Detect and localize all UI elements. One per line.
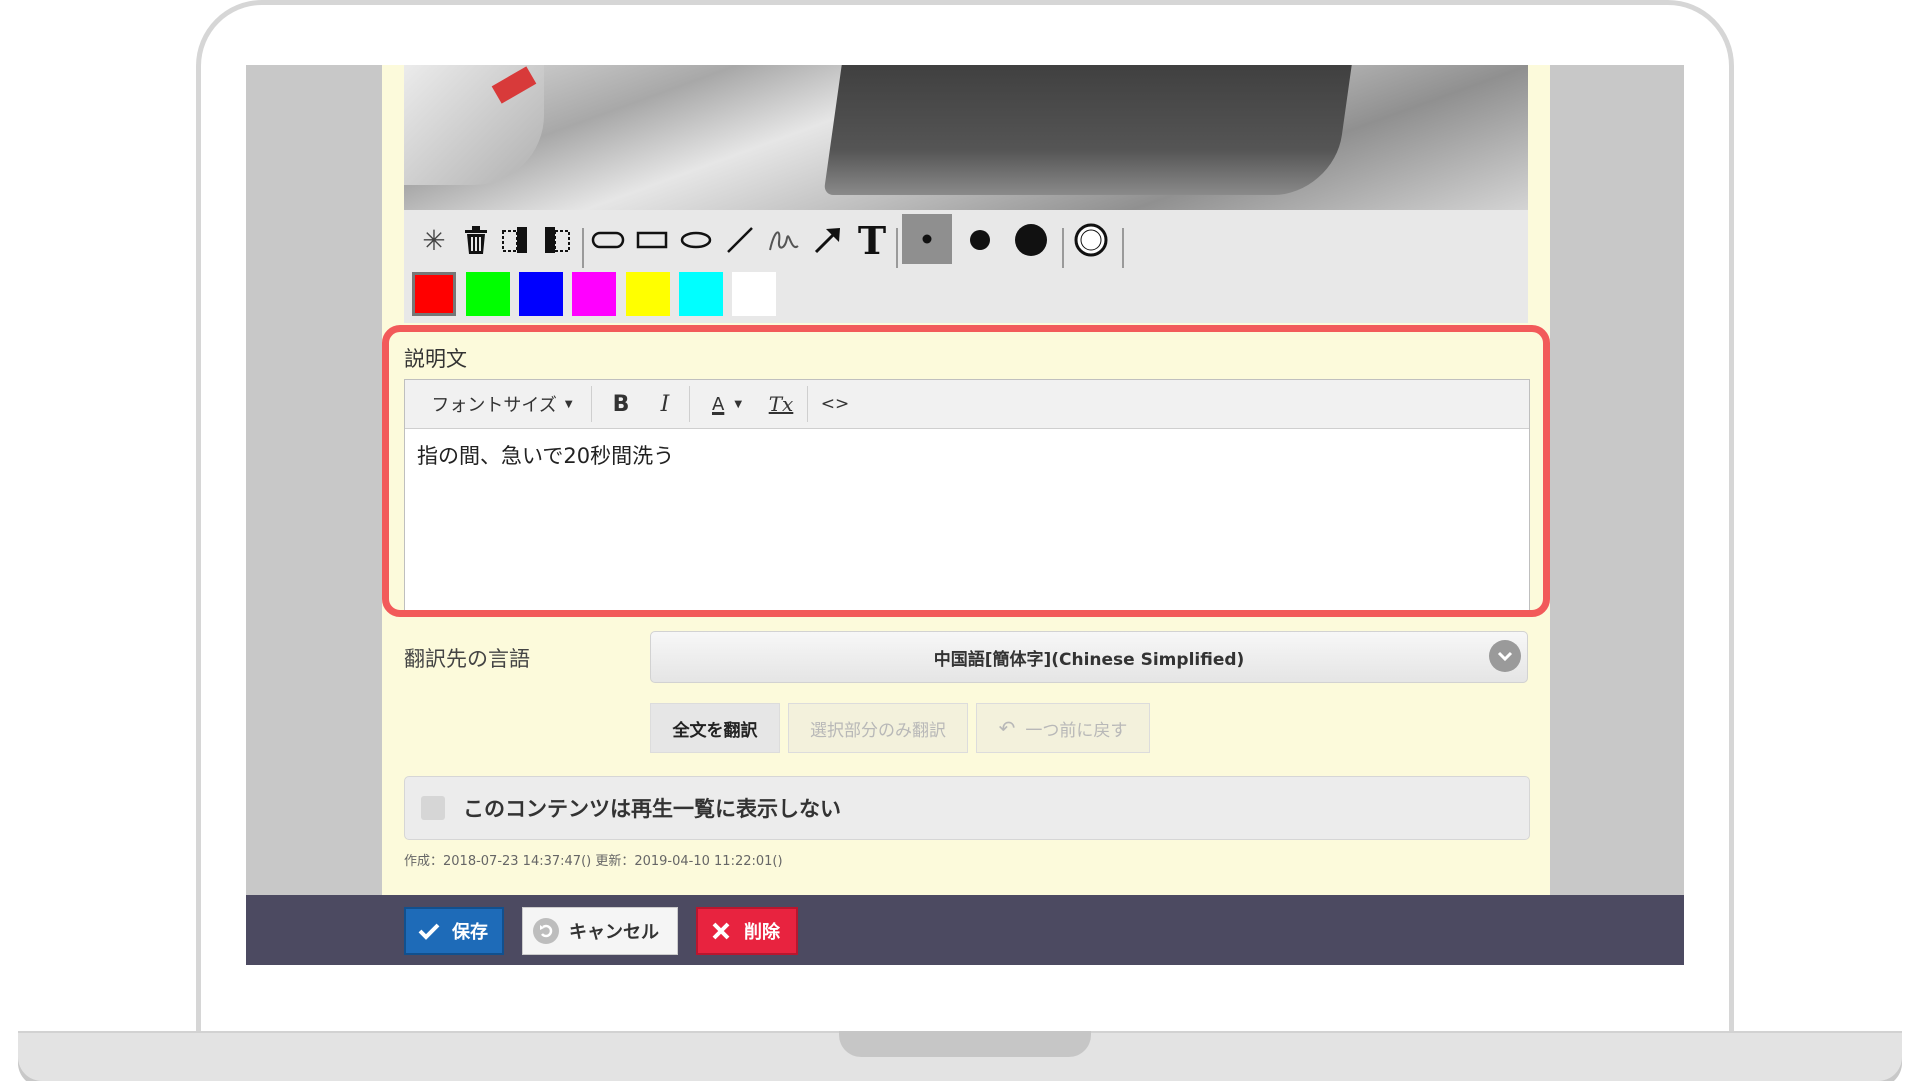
photo-sink-slot: [823, 65, 1355, 195]
color-swatch-blue[interactable]: [519, 272, 563, 316]
translate-all-button[interactable]: 全文を翻訳: [650, 703, 780, 753]
description-text[interactable]: 指の間、急いで20秒間洗う: [417, 440, 674, 470]
rounded-rect-icon[interactable]: [588, 220, 628, 260]
editor-toolbar: フォントサイズ ▼ B I A ▼ Tx <>: [405, 380, 1529, 429]
delete-button[interactable]: 削除: [696, 907, 798, 955]
undo-button[interactable]: ↶ 一つ前に戻す: [976, 703, 1150, 753]
outline-circle-icon[interactable]: [1068, 218, 1114, 262]
toolbar-separator: [582, 228, 584, 268]
chevron-down-icon: [1489, 640, 1521, 672]
select-icon[interactable]: ✳: [414, 220, 454, 260]
timestamps: 作成：2018-07-23 14:37:47() 更新：2019-04-10 1…: [404, 854, 783, 869]
drawing-toolbar: ✳ T: [404, 210, 1528, 323]
chevron-down-icon: ▼: [564, 398, 573, 410]
bring-front-icon[interactable]: [538, 220, 578, 260]
toolbar-separator: [1122, 228, 1124, 268]
font-size-dropdown[interactable]: フォントサイズ ▼: [417, 380, 587, 428]
bold-icon[interactable]: B: [601, 380, 641, 428]
hide-from-playlist-checkbox[interactable]: [421, 796, 445, 820]
chevron-down-icon: ▼: [734, 398, 743, 410]
hide-from-playlist-row[interactable]: このコンテンツは再生一覧に表示しない: [404, 776, 1530, 840]
color-swatch-red[interactable]: [412, 272, 456, 316]
toolbar-separator: [1062, 228, 1064, 268]
code-view-icon[interactable]: <>: [815, 380, 855, 428]
checkmark-icon: [416, 918, 442, 944]
editor-panel: ✳ T 説明文 フォントサイズ ▼ B I A ▼ Tx <> 指の間、急いで2…: [382, 65, 1550, 896]
content-photo: [404, 65, 1528, 210]
text-color-dropdown[interactable]: A ▼: [697, 380, 757, 428]
stroke-small-icon[interactable]: [902, 214, 952, 264]
translate-selection-button[interactable]: 選択部分のみ翻訳: [788, 703, 968, 753]
text-color-icon: A: [711, 393, 725, 415]
stroke-medium-icon[interactable]: [960, 218, 1000, 262]
close-icon: [708, 918, 734, 944]
clear-format-icon[interactable]: Tx: [761, 380, 801, 428]
trash-icon[interactable]: [456, 220, 496, 260]
editor-separator: [591, 386, 592, 422]
target-language-select[interactable]: 中国語[簡体字](Chinese Simplified): [650, 631, 1528, 683]
screen: ✳ T 説明文 フォントサイズ ▼ B I A ▼ Tx <> 指の間、急いで2…: [246, 65, 1684, 965]
description-label: 説明文: [404, 347, 467, 371]
color-swatch-magenta[interactable]: [572, 272, 616, 316]
ellipse-icon[interactable]: [676, 220, 716, 260]
color-swatch-cyan[interactable]: [679, 272, 723, 316]
back-icon: [533, 918, 559, 944]
send-back-icon[interactable]: [496, 220, 536, 260]
text-icon[interactable]: T: [852, 218, 892, 263]
arrow-icon[interactable]: [808, 220, 848, 260]
save-button[interactable]: 保存: [404, 907, 504, 955]
color-swatch-green[interactable]: [466, 272, 510, 316]
undo-icon: ↶: [998, 716, 1016, 740]
italic-icon[interactable]: I: [645, 380, 685, 428]
editor-separator: [689, 386, 690, 422]
toolbar-separator: [896, 228, 898, 268]
selected-language: 中国語[簡体字](Chinese Simplified): [933, 649, 1245, 670]
font-size-label: フォントサイズ: [431, 395, 557, 416]
line-icon[interactable]: [720, 220, 760, 260]
editor-separator: [807, 386, 808, 422]
target-language-label: 翻訳先の言語: [404, 647, 530, 671]
laptop-notch: [839, 1031, 1091, 1057]
cancel-button[interactable]: キャンセル: [522, 907, 678, 955]
rect-icon[interactable]: [632, 220, 672, 260]
color-swatch-yellow[interactable]: [626, 272, 670, 316]
footer-bar: 保存 キャンセル 削除: [246, 895, 1684, 965]
hide-from-playlist-label: このコンテンツは再生一覧に表示しない: [463, 797, 841, 821]
color-swatch-white[interactable]: [732, 272, 776, 316]
description-editor: フォントサイズ ▼ B I A ▼ Tx <> 指の間、急いで20秒間洗う: [404, 379, 1530, 611]
freehand-icon[interactable]: [764, 220, 804, 260]
stroke-large-icon[interactable]: [1006, 216, 1056, 264]
